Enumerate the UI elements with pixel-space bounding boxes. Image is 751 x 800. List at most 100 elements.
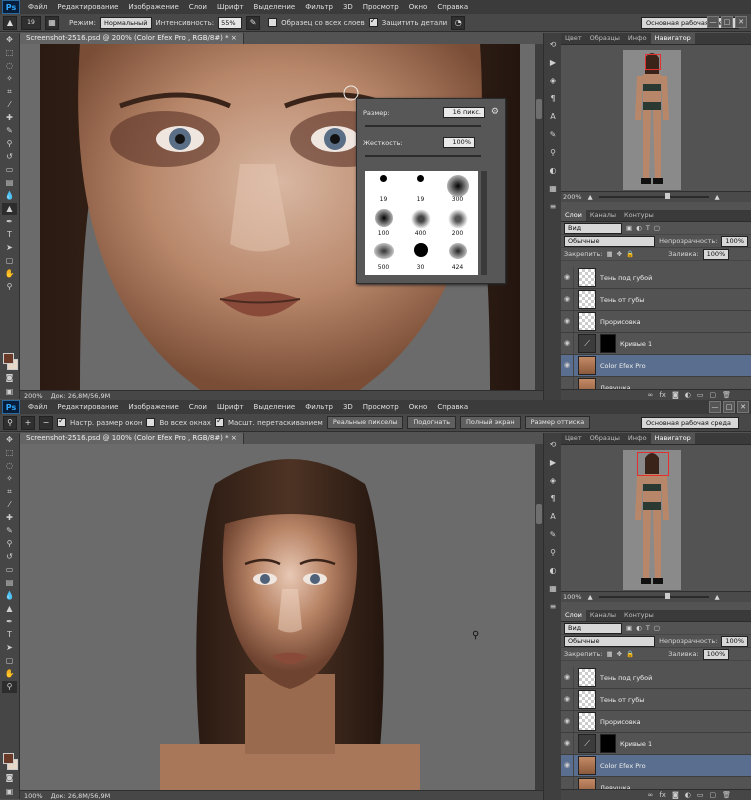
sample-all-checkbox[interactable] xyxy=(268,18,278,27)
brush-preset[interactable]: 424 xyxy=(439,239,476,273)
lasso-tool-icon[interactable]: ◌ xyxy=(2,60,17,72)
history-brush-tool-icon[interactable]: ↺ xyxy=(2,551,17,563)
visibility-eye-icon[interactable]: ◉ xyxy=(561,311,574,332)
maximize-button[interactable]: □ xyxy=(723,401,735,413)
menu-3d[interactable]: 3D xyxy=(338,403,358,411)
menu-file[interactable]: Файл xyxy=(23,3,52,11)
zoom-tool-icon[interactable]: ⚲ xyxy=(3,415,17,430)
styles-icon[interactable]: ▦ xyxy=(547,183,559,195)
actions-icon[interactable]: ▶ xyxy=(547,57,559,69)
visibility-eye-icon[interactable]: ◉ xyxy=(561,733,574,754)
tab-info[interactable]: Инфо xyxy=(624,33,651,44)
print-size-button[interactable]: Размер оттиска xyxy=(524,416,591,429)
workspace-select[interactable]: Основная рабочая среда xyxy=(641,417,739,429)
brush-tool-icon[interactable]: ✎ xyxy=(2,125,17,137)
menu-image[interactable]: Изображение xyxy=(123,403,183,411)
delete-layer-icon[interactable]: 🗑 xyxy=(722,390,731,400)
layer-row[interactable]: ◉ ⟋ Кривые 1 xyxy=(561,733,751,755)
properties-icon[interactable]: ≡ xyxy=(547,601,559,613)
navigator-preview[interactable] xyxy=(561,45,751,191)
adjustments-icon[interactable]: ◐ xyxy=(547,565,559,577)
quick-mask-icon[interactable]: ◙ xyxy=(2,772,17,784)
link-layers-icon[interactable]: ∞ xyxy=(648,390,654,400)
screen-mode-icon[interactable]: ▣ xyxy=(2,386,17,398)
filter-shape-icon[interactable]: ▢ xyxy=(654,624,660,632)
adjustment-layer-icon[interactable]: ◐ xyxy=(685,390,691,400)
stamp-tool-icon[interactable]: ⚲ xyxy=(2,138,17,150)
filter-adjust-icon[interactable]: ◐ xyxy=(636,624,642,632)
zoom-in-icon[interactable]: ▲ xyxy=(715,593,720,601)
menu-select[interactable]: Выделение xyxy=(249,3,301,11)
quick-mask-icon[interactable]: ◙ xyxy=(2,372,17,384)
visibility-eye-icon[interactable]: ◉ xyxy=(561,355,574,376)
healing-tool-icon[interactable]: ✚ xyxy=(2,512,17,524)
navigator-zoom-value[interactable]: 100% xyxy=(563,593,582,601)
blur-tool-icon[interactable]: 💧 xyxy=(2,190,17,202)
canvas-area[interactable]: Размер: 16 пикс. ⚙ Жесткость: 100% 19 19… xyxy=(20,44,535,390)
gradient-tool-icon[interactable]: ▤ xyxy=(2,177,17,189)
layer-filter-select[interactable]: Вид xyxy=(564,622,622,634)
zoom-in-icon[interactable]: ▲ xyxy=(715,193,720,201)
brush-size-slider[interactable] xyxy=(365,125,481,127)
scrubby-zoom-checkbox[interactable] xyxy=(214,416,224,427)
brush-tool-icon[interactable]: ✎ xyxy=(2,525,17,537)
tab-swatches[interactable]: Образцы xyxy=(586,33,624,44)
brush-list-scrollbar[interactable] xyxy=(481,171,487,275)
actions-icon[interactable]: ▶ xyxy=(547,457,559,469)
mode-select[interactable]: Нормальный xyxy=(100,16,152,29)
navigator-view-box[interactable] xyxy=(645,54,661,70)
eraser-tool-icon[interactable]: ▭ xyxy=(2,164,17,176)
layer-row[interactable]: ◉ Тень под губой xyxy=(561,667,751,689)
tab-layers[interactable]: Слои xyxy=(561,210,586,221)
shape-tool-icon[interactable]: ▢ xyxy=(2,655,17,667)
lock-move-icon[interactable]: ✥ xyxy=(617,650,622,658)
filter-type-icon[interactable]: T xyxy=(646,624,650,632)
zoom-out-icon[interactable]: ▲ xyxy=(588,193,593,201)
close-button[interactable]: ✕ xyxy=(737,401,749,413)
visibility-eye-icon[interactable]: ◉ xyxy=(561,289,574,310)
hardness-slider[interactable] xyxy=(365,155,481,157)
gradient-tool-icon[interactable]: ▤ xyxy=(2,577,17,589)
properties-icon[interactable]: ≡ xyxy=(547,201,559,213)
history-brush-tool-icon[interactable]: ↺ xyxy=(2,151,17,163)
layer-row[interactable]: ◉ Прорисовка xyxy=(561,711,751,733)
tab-color[interactable]: Цвет xyxy=(561,33,586,44)
type-tool-icon[interactable]: T xyxy=(2,629,17,641)
eraser-tool-icon[interactable]: ▭ xyxy=(2,564,17,576)
3d-icon[interactable]: ◈ xyxy=(547,75,559,87)
blend-mode-select[interactable]: Обычные xyxy=(564,235,656,247)
fx-icon[interactable]: fx xyxy=(659,790,666,800)
history-icon[interactable]: ⟲ xyxy=(547,39,559,51)
foreground-color-swatch[interactable] xyxy=(3,353,14,364)
layer-filter-select[interactable]: Вид xyxy=(564,222,622,234)
close-icon[interactable]: × xyxy=(231,34,237,42)
visibility-eye-icon[interactable]: ◉ xyxy=(561,333,574,354)
layer-row[interactable]: ◉ Тень от губы xyxy=(561,689,751,711)
crop-tool-icon[interactable]: ⌗ xyxy=(2,486,17,498)
brush-preset[interactable]: 19 xyxy=(402,171,439,205)
blur-tool-icon[interactable]: 💧 xyxy=(2,590,17,602)
healing-tool-icon[interactable]: ✚ xyxy=(2,112,17,124)
zoom-level[interactable]: 200% xyxy=(24,391,43,400)
tab-layers[interactable]: Слои xyxy=(561,610,586,621)
tab-navigator[interactable]: Навигатор xyxy=(650,433,695,444)
new-group-icon[interactable]: ▭ xyxy=(697,790,704,800)
zoom-tool-icon[interactable]: ⚲ xyxy=(2,681,17,693)
character-icon[interactable]: A xyxy=(547,511,559,523)
navigator-zoom-slider[interactable] xyxy=(598,193,709,199)
fill-input[interactable]: 100% xyxy=(702,648,730,660)
navigator-preview[interactable] xyxy=(561,445,751,591)
fit-screen-button[interactable]: Подогнать xyxy=(407,416,457,429)
menu-image[interactable]: Изображение xyxy=(123,3,183,11)
zoom-tool-icon[interactable]: ⚲ xyxy=(2,281,17,293)
menu-filter[interactable]: Фильтр xyxy=(300,3,338,11)
eyedropper-tool-icon[interactable]: ⁄ xyxy=(2,499,17,511)
close-button[interactable]: ✕ xyxy=(735,16,747,28)
history-icon[interactable]: ⟲ xyxy=(547,439,559,451)
brush-preset[interactable]: 19 xyxy=(365,171,402,205)
brush-preset[interactable]: 30 xyxy=(402,239,439,273)
styles-icon[interactable]: ▦ xyxy=(547,583,559,595)
zoom-out-icon[interactable]: ▲ xyxy=(588,593,593,601)
brush-icon[interactable]: ✎ xyxy=(547,529,559,541)
adjustments-icon[interactable]: ◐ xyxy=(547,165,559,177)
